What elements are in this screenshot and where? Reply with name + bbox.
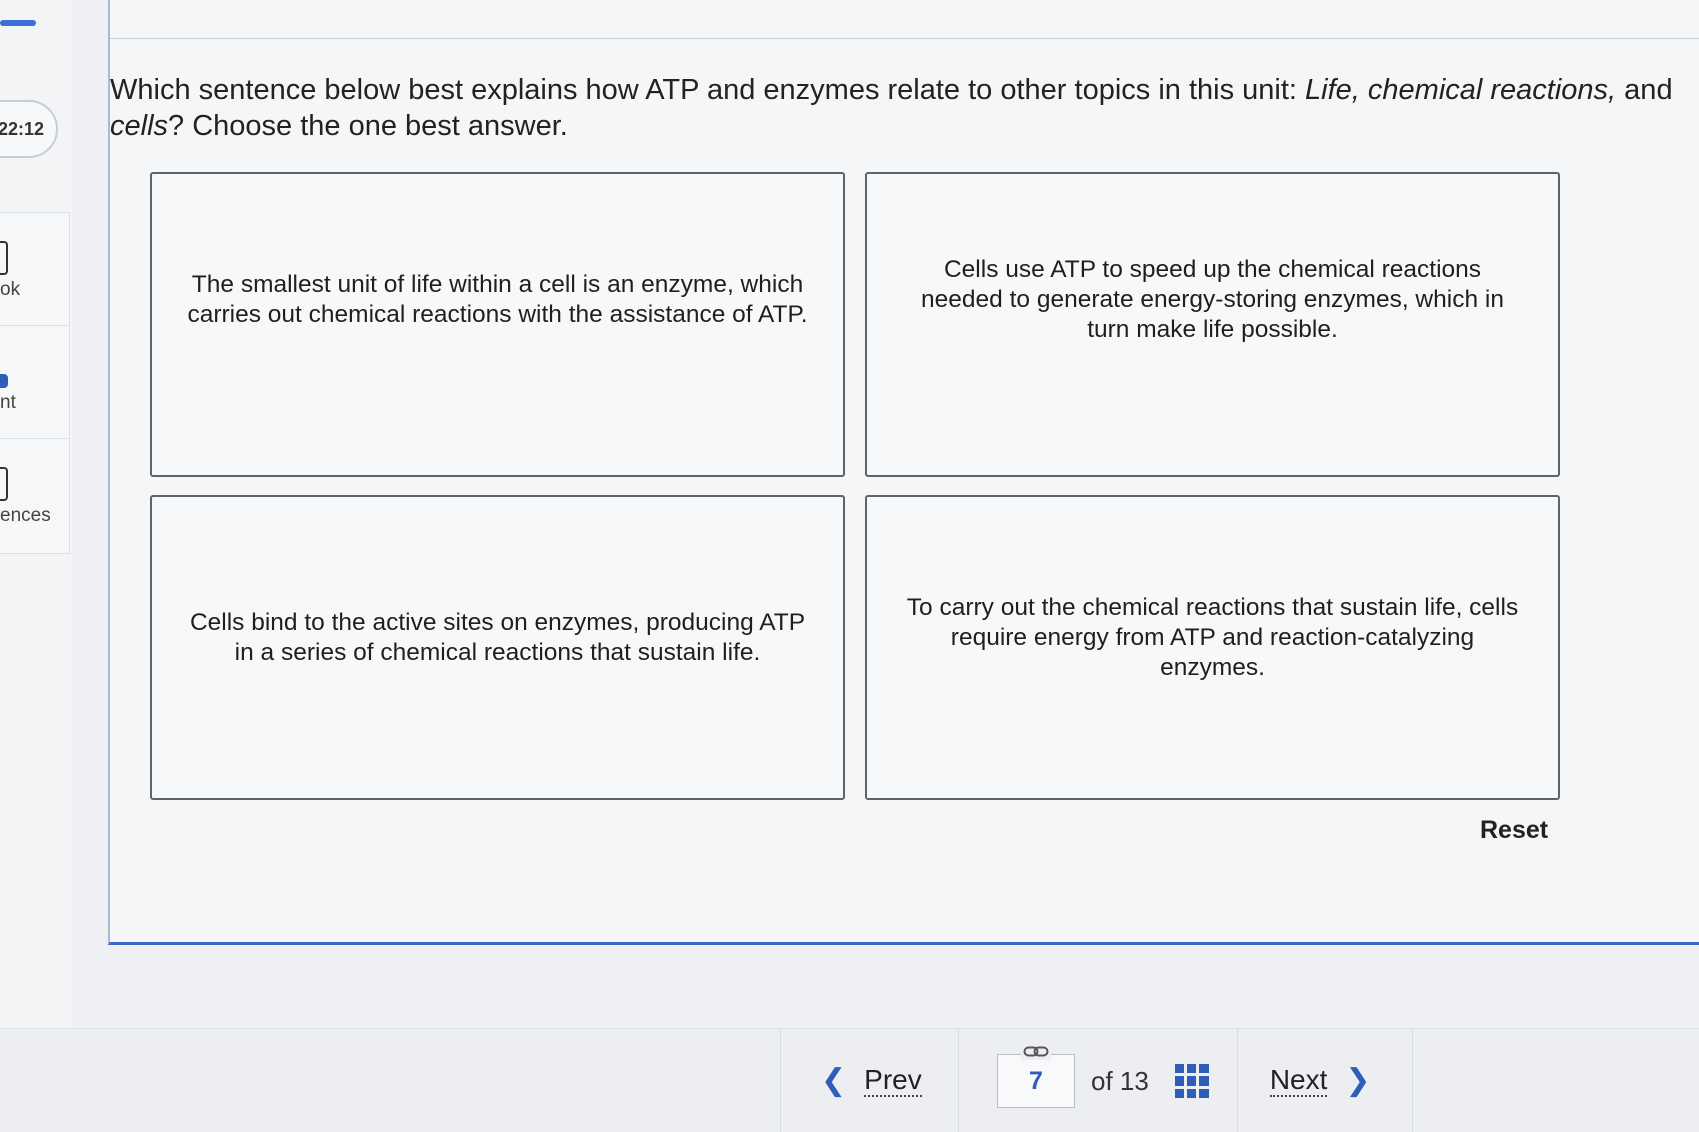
answer-options: The smallest unit of life within a cell … (150, 172, 1560, 800)
sidebar-item-label: ences (0, 505, 51, 526)
book-icon (0, 241, 8, 275)
question-part: and (1616, 74, 1673, 106)
references-icon (0, 467, 8, 501)
prev-label: Prev (864, 1064, 922, 1097)
sidebar-item-ebook[interactable]: ok (0, 213, 69, 326)
chevron-right-icon: ❯ (1345, 1064, 1371, 1097)
question-italic: Life, chemical reactions, (1305, 74, 1617, 106)
sidebar-nav: ok nt ences (0, 212, 70, 554)
sidebar-accent-bar (0, 20, 36, 26)
chevron-left-icon: ❮ (821, 1064, 847, 1097)
reset-button[interactable]: Reset (1480, 816, 1548, 845)
sidebar-item-print[interactable]: nt (0, 326, 69, 439)
answer-text: To carry out the chemical reactions that… (906, 593, 1519, 681)
question-part: Which sentence below best explains how A… (110, 74, 1306, 106)
page-selector[interactable]: 7 (997, 1044, 1075, 1108)
current-page-box[interactable]: 7 (997, 1054, 1075, 1108)
question-part: ? Choose the one best answer. (168, 110, 568, 142)
link-icon (1021, 1044, 1051, 1060)
divider (110, 38, 1699, 39)
answer-option-3[interactable]: Cells bind to the active sites on enzyme… (150, 495, 845, 800)
answer-text: The smallest unit of life within a cell … (187, 270, 808, 328)
sidebar-item-label: ok (0, 279, 21, 300)
divider (1411, 1029, 1413, 1132)
answer-text: Cells use ATP to speed up the chemical r… (921, 255, 1504, 343)
sidebar: 22:12 ok nt ences (0, 0, 72, 1132)
answer-option-1[interactable]: The smallest unit of life within a cell … (150, 172, 845, 477)
question-italic: cells (110, 110, 169, 142)
timer-text: 22:12 (0, 118, 44, 139)
next-button[interactable]: Next ❯ (1236, 1029, 1412, 1132)
page-total: of 13 (1091, 1065, 1149, 1096)
question-navigation: ❮ Prev 7 of 13 Next ❯ (780, 1029, 1425, 1132)
divider (958, 1029, 959, 1132)
print-icon (0, 374, 8, 388)
timer[interactable]: 22:12 (0, 100, 58, 158)
sidebar-item-label: nt (0, 392, 16, 413)
sidebar-item-references[interactable]: ences (0, 439, 69, 552)
answer-option-2[interactable]: Cells use ATP to speed up the chemical r… (865, 172, 1560, 477)
answer-option-4[interactable]: To carry out the chemical reactions that… (865, 495, 1560, 800)
bottom-navigation-bar: ❮ Prev 7 of 13 Next ❯ (0, 1028, 1699, 1132)
question-text: Which sentence below best explains how A… (110, 72, 1695, 144)
grid-icon[interactable] (1174, 1064, 1209, 1098)
question-panel: Which sentence below best explains how A… (108, 0, 1699, 945)
prev-button[interactable]: ❮ Prev (781, 1065, 958, 1097)
answer-text: Cells bind to the active sites on enzyme… (189, 608, 806, 666)
current-page-number: 7 (1029, 1066, 1043, 1095)
next-label: Next (1269, 1064, 1328, 1097)
